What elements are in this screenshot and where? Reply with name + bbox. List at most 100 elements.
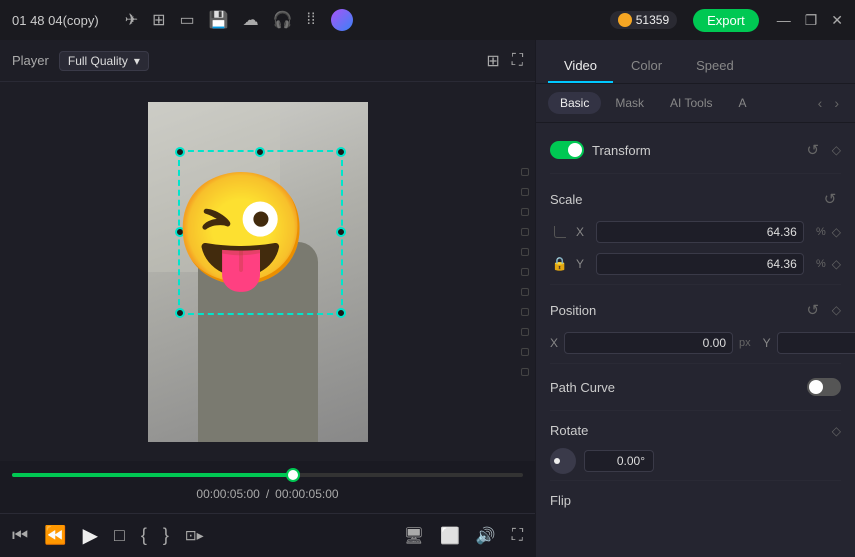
position-x-label: X — [550, 336, 558, 350]
coin-badge: 51359 — [610, 11, 677, 29]
dot-2 — [521, 188, 529, 196]
sub-tab-ai-tools[interactable]: AI Tools — [658, 92, 724, 114]
tab-color[interactable]: Color — [615, 50, 678, 83]
cloud-icon[interactable]: ☁ — [243, 10, 259, 30]
position-xy-row: X px Y px — [550, 329, 841, 357]
screen-icon[interactable]: 🖥 — [404, 526, 424, 546]
transform-keyframe-icon[interactable]: ◇ — [832, 143, 841, 157]
step-back-button[interactable]: ⏪ — [44, 525, 66, 546]
scale-reset-icon[interactable]: ↺ — [819, 188, 841, 210]
divider-5 — [550, 480, 841, 481]
position-y-input[interactable] — [777, 332, 855, 354]
scale-x-keyframe-icon[interactable]: ◇ — [832, 225, 841, 239]
properties-panel: Transform ↺ ◇ Scale ↺ X % ◇ — [536, 123, 855, 557]
transform-reset-icon[interactable]: ↺ — [802, 139, 824, 161]
scale-connector — [550, 226, 570, 238]
rewind-button[interactable]: ⏮ — [12, 525, 28, 546]
image-view-icon[interactable]: ⛶ — [512, 52, 523, 70]
player-toolbar: Player Full Quality ▾ ⊞ ⛶ — [0, 40, 535, 82]
export-button[interactable]: Export — [693, 9, 759, 32]
maximize-button[interactable]: ❐ — [805, 12, 818, 29]
stop-button[interactable]: □ — [114, 525, 125, 546]
main-tabs: Video Color Speed — [536, 40, 855, 84]
send-icon[interactable]: ✈ — [125, 10, 138, 30]
split-button[interactable]: ⊡▸ — [185, 527, 204, 544]
dot-10 — [521, 348, 529, 356]
preview-area: 😜 — [0, 82, 515, 461]
scale-x-input[interactable] — [596, 221, 804, 243]
scale-x-row: X % ◇ — [550, 218, 841, 246]
scale-y-keyframe-icon[interactable]: ◇ — [832, 257, 841, 271]
rotate-value-input[interactable] — [584, 450, 654, 472]
path-curve-row: Path Curve — [550, 370, 841, 404]
play-button[interactable]: ▶ — [83, 523, 98, 548]
scale-lock-connector: 🔒 — [550, 256, 570, 272]
sub-tab-nav: ‹ › — [814, 93, 843, 113]
rotate-row: Rotate ◇ — [550, 417, 841, 444]
current-time: 00:00:05:00 — [196, 487, 259, 501]
dot-3 — [521, 208, 529, 216]
emoji-overlay: 😜 — [182, 170, 302, 290]
mark-out-button[interactable]: } — [163, 525, 169, 546]
rotate-knob[interactable] — [550, 448, 576, 474]
grid-icon[interactable]: ⊞ — [152, 10, 165, 30]
progress-fill — [12, 473, 293, 477]
divider-3 — [550, 363, 841, 364]
transform-row: Transform ↺ ◇ — [550, 133, 841, 167]
position-reset-icon[interactable]: ↺ — [802, 299, 824, 321]
grid-view-icon[interactable]: ⊞ — [486, 51, 499, 71]
sub-tab-basic[interactable]: Basic — [548, 92, 601, 114]
quality-select[interactable]: Full Quality ▾ — [59, 51, 149, 71]
position-keyframe-icon[interactable]: ◇ — [832, 303, 841, 317]
apps-icon[interactable]: ⁞⁞ — [307, 11, 316, 29]
rotate-keyframe-icon[interactable]: ◇ — [832, 424, 841, 438]
progress-bar[interactable] — [12, 473, 523, 477]
position-x-input[interactable] — [564, 332, 733, 354]
position-x-unit: px — [739, 337, 751, 349]
main-area: Player Full Quality ▾ ⊞ ⛶ — [0, 40, 855, 557]
position-label: Position — [550, 303, 596, 318]
divider-4 — [550, 410, 841, 411]
path-curve-toggle[interactable] — [807, 378, 841, 396]
monitor-icon[interactable]: ▭ — [180, 10, 195, 30]
fullscreen-icon[interactable]: ⛶ — [512, 527, 523, 545]
tab-speed[interactable]: Speed — [680, 50, 750, 83]
scale-x-label: X — [576, 225, 590, 239]
quality-chevron-icon: ▾ — [134, 54, 140, 68]
total-time: 00:00:05:00 — [275, 487, 338, 501]
left-panel: Player Full Quality ▾ ⊞ ⛶ — [0, 40, 535, 557]
time-separator: / — [266, 487, 269, 501]
rotate-control-row — [550, 448, 841, 474]
progress-thumb[interactable] — [286, 468, 300, 482]
headphones-icon[interactable]: 🎧 — [273, 10, 293, 30]
minimize-button[interactable]: — — [777, 12, 791, 28]
right-panel: Video Color Speed Basic Mask AI Tools A — [535, 40, 855, 557]
mark-in-button[interactable]: { — [141, 525, 147, 546]
nav-arrow-right[interactable]: › — [830, 93, 843, 113]
screenshot-icon[interactable]: ⬜ — [440, 526, 460, 546]
dot-6 — [521, 268, 529, 276]
ctrl-right-icons: 🖥 ⬜ 🔊 ⛶ — [404, 526, 523, 546]
coin-count: 51359 — [636, 13, 669, 27]
sub-tab-mask[interactable]: Mask — [603, 92, 656, 114]
dots-column — [515, 82, 535, 461]
save-icon[interactable]: 💾 — [209, 10, 229, 30]
nav-arrow-left[interactable]: ‹ — [814, 93, 827, 113]
scale-lock-icon[interactable]: 🔒 — [552, 256, 568, 272]
transform-toggle[interactable] — [550, 141, 584, 159]
dot-9 — [521, 328, 529, 336]
app-title: 01 48 04(copy) — [12, 13, 99, 28]
flip-row: Flip — [550, 487, 841, 514]
divider-2 — [550, 284, 841, 285]
scale-y-input[interactable] — [596, 253, 804, 275]
video-preview: 😜 — [148, 102, 368, 442]
sub-tabs: Basic Mask AI Tools A ‹ › — [536, 84, 855, 123]
dot-1 — [521, 168, 529, 176]
volume-icon[interactable]: 🔊 — [476, 526, 496, 546]
close-button[interactable]: ✕ — [831, 12, 843, 29]
titlebar: 01 48 04(copy) ✈ ⊞ ▭ 💾 ☁ 🎧 ⁞⁞ 51359 Expo… — [0, 0, 855, 40]
tab-video[interactable]: Video — [548, 50, 613, 83]
dot-7 — [521, 288, 529, 296]
player-label: Player — [12, 53, 49, 68]
sub-tab-a[interactable]: A — [726, 92, 758, 114]
